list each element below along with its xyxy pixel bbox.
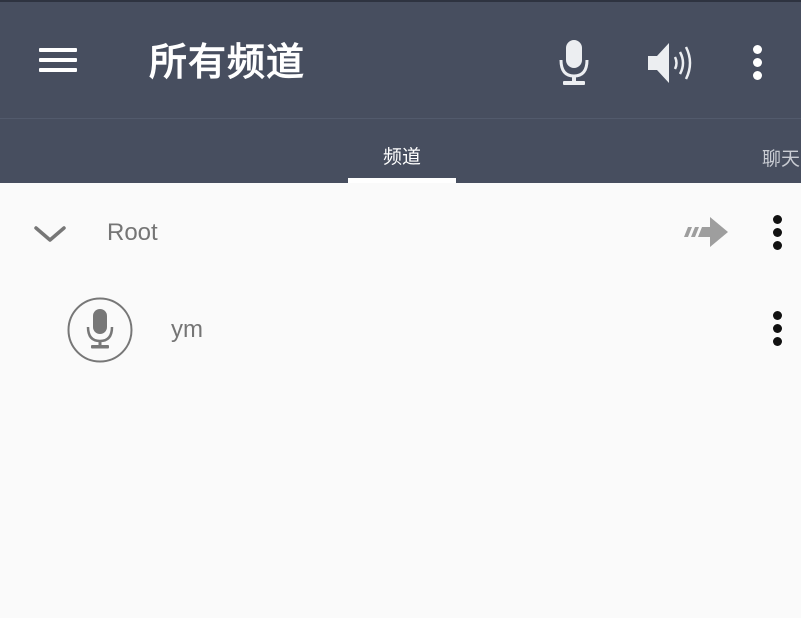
speaker-volume-icon[interactable] [646, 38, 698, 88]
channel-list: Root ym [0, 183, 801, 618]
chevron-down-icon[interactable] [33, 223, 67, 245]
menu-icon[interactable] [39, 45, 77, 75]
microphone-icon[interactable] [556, 38, 592, 88]
user-row[interactable]: ym [0, 289, 801, 373]
tab-channels-label: 频道 [382, 146, 421, 168]
join-arrow-icon[interactable] [680, 213, 732, 253]
user-name: ym [171, 316, 203, 343]
user-microphone-icon [67, 297, 133, 363]
tab-chat[interactable]: 聊天 [762, 119, 801, 184]
tab-bar: 频道 聊天 [0, 118, 801, 184]
app-window: 所有频道 频道 聊天 Root ym [0, 0, 801, 618]
channel-row-root[interactable]: Root [0, 197, 801, 269]
app-bar: 所有频道 [0, 0, 801, 118]
page-title: 所有频道 [149, 40, 306, 84]
channel-name: Root [107, 219, 158, 246]
tab-chat-label: 聊天 [762, 148, 801, 170]
channel-more-options-icon[interactable] [766, 213, 790, 253]
more-options-icon[interactable] [746, 40, 770, 84]
user-more-options-icon[interactable] [766, 309, 790, 349]
tab-channels[interactable]: 频道 [348, 119, 456, 184]
